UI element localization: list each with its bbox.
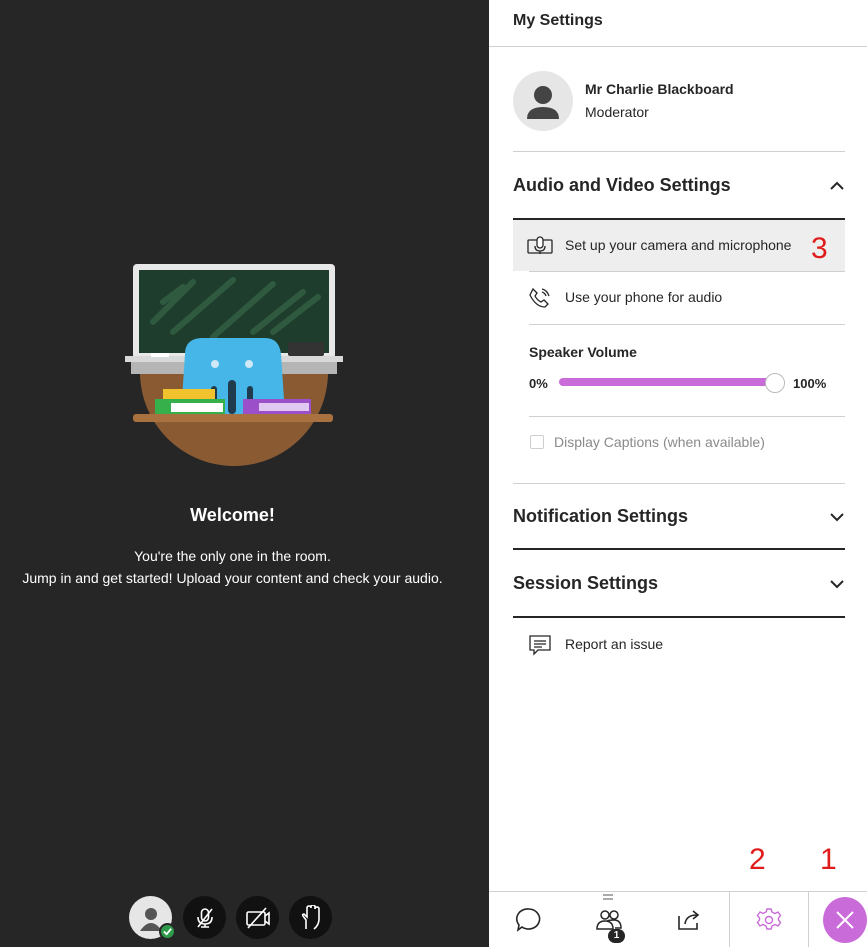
panel-header: My Settings <box>489 0 867 47</box>
share-content-button[interactable] <box>649 892 729 947</box>
speaker-volume-slider[interactable] <box>559 378 775 386</box>
session-stage: Welcome! You're the only one in the room… <box>0 0 489 947</box>
close-panel-circle[interactable] <box>823 897 867 943</box>
divider <box>513 548 845 550</box>
report-issue-icon <box>527 632 553 658</box>
welcome-message-line2: Jump in and get started! Upload your con… <box>22 570 443 586</box>
report-issue-button[interactable]: Report an issue <box>513 619 845 670</box>
my-settings-button[interactable] <box>729 892 809 947</box>
display-captions-label: Display Captions (when available) <box>554 434 765 450</box>
phone-audio-label: Use your phone for audio <box>565 289 723 305</box>
chevron-down-icon <box>830 512 844 521</box>
chevron-up-icon <box>830 181 844 190</box>
mic-off-icon <box>196 907 213 928</box>
settings-panel: My Settings Mr Charlie Blackboard Modera… <box>489 0 867 947</box>
welcome-title: Welcome! <box>190 505 275 525</box>
bottom-nav: 1 <box>489 891 867 947</box>
divider <box>513 483 845 484</box>
profile-name: Mr Charlie Blackboard <box>585 81 734 97</box>
setup-camera-microphone-button[interactable]: Set up your camera and microphone <box>513 220 845 271</box>
settings-icon <box>756 908 782 930</box>
camera-microphone-icon <box>527 233 553 259</box>
setup-camera-microphone-label: Set up your camera and microphone <box>565 237 792 253</box>
speaker-volume-label: Speaker Volume <box>529 344 637 360</box>
chevron-down-icon <box>830 579 844 588</box>
notification-section-title: Notification Settings <box>513 506 688 526</box>
volume-max-label: 100% <box>793 376 827 391</box>
divider <box>513 616 845 618</box>
phone-icon <box>527 285 553 311</box>
chat-icon <box>515 908 541 932</box>
close-panel-button[interactable] <box>809 892 867 947</box>
attendee-count-badge: 1 <box>608 929 625 943</box>
share-content-icon <box>678 910 700 930</box>
status-check-icon <box>159 923 176 940</box>
profile-role: Moderator <box>585 104 649 120</box>
avatar-icon <box>527 86 559 119</box>
audio-video-section-title: Audio and Video Settings <box>513 175 731 195</box>
welcome-message-line1: You're the only one in the room. <box>134 548 331 564</box>
raise-hand-icon <box>301 904 320 930</box>
microphone-toggle-button[interactable] <box>183 896 226 939</box>
report-issue-label: Report an issue <box>565 636 664 652</box>
divider <box>529 416 845 417</box>
camera-off-icon <box>245 906 270 929</box>
panel-title: My Settings <box>513 12 603 29</box>
phone-audio-button[interactable]: Use your phone for audio <box>513 272 845 323</box>
camera-toggle-button[interactable] <box>236 896 279 939</box>
divider <box>513 151 845 152</box>
display-captions-checkbox[interactable] <box>530 435 544 449</box>
audio-video-section-toggle[interactable]: Audio and Video Settings <box>513 175 845 196</box>
volume-min-label: 0% <box>529 376 548 391</box>
session-section-title: Session Settings <box>513 573 659 593</box>
divider <box>529 324 845 325</box>
session-section-toggle[interactable]: Session Settings <box>513 573 845 594</box>
notification-section-toggle[interactable]: Notification Settings <box>513 506 845 527</box>
classroom-illustration <box>125 264 343 466</box>
close-icon <box>836 911 854 929</box>
annotation-1: 1 <box>820 843 837 876</box>
speaker-volume-thumb[interactable] <box>765 373 785 393</box>
chat-button[interactable] <box>489 892 569 947</box>
profile-avatar[interactable] <box>513 71 573 131</box>
raise-hand-button[interactable] <box>289 896 332 939</box>
annotation-3: 3 <box>811 232 828 265</box>
annotation-2: 2 <box>749 843 766 876</box>
